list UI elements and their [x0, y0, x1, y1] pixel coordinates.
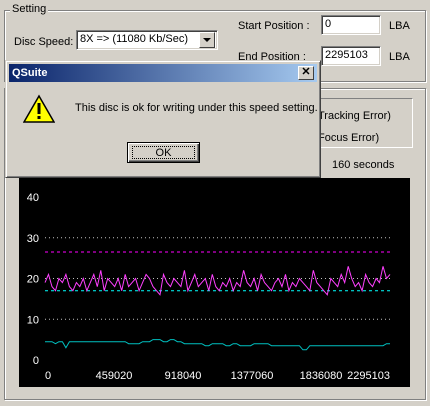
close-button[interactable]: ✕ — [298, 66, 314, 80]
x-tick-label: 1836080 — [300, 370, 343, 382]
disc-speed-dropdown-button[interactable] — [199, 32, 215, 48]
tracking-error-label: Tracking Error) — [318, 110, 391, 122]
dialog-titlebar[interactable]: QSuite ✕ — [9, 64, 317, 82]
dialog-title: QSuite — [12, 67, 48, 79]
x-tick-label: 0 — [45, 370, 51, 382]
warning-icon — [23, 94, 55, 123]
start-position-label: Start Position : — [238, 20, 310, 32]
y-tick-label: 30 — [27, 233, 39, 245]
disc-speed-label: Disc Speed: — [14, 36, 74, 48]
end-position-field[interactable]: 2295103 — [321, 46, 381, 66]
close-icon: ✕ — [301, 66, 311, 78]
series-line — [45, 339, 390, 351]
x-tick-label: 2295103 — [347, 370, 390, 382]
dialog-message: This disc is ok for writing under this s… — [75, 102, 318, 114]
setting-legend: Setting — [10, 3, 49, 15]
ok-focus-rect — [132, 146, 195, 159]
disc-speed-select[interactable]: 8X => (11080 Kb/Sec) — [76, 30, 218, 50]
chevron-down-icon — [203, 38, 211, 42]
series-line — [44, 266, 391, 296]
disc-speed-value: 8X => (11080 Kb/Sec) — [80, 33, 189, 45]
time-label: 160 seconds — [332, 159, 395, 171]
x-tick-label: 1377060 — [231, 370, 274, 382]
qsuite-dialog: QSuite ✕ This disc is ok for writing und… — [5, 60, 321, 178]
y-tick-label: 40 — [27, 192, 39, 204]
x-tick-label: 459020 — [96, 370, 133, 382]
start-position-field[interactable]: 0 — [321, 15, 381, 35]
error-chart: 0 10 20 30 40 0 459020 918040 1377060 1836080 2295… — [19, 178, 410, 387]
error-chart-svg: 0 10 20 30 40 0 459020 918040 1377060 1836080 2295… — [27, 192, 391, 382]
y-tick-label: 20 — [27, 274, 39, 286]
end-position-unit: LBA — [389, 51, 410, 63]
y-tick-label: 0 — [33, 355, 39, 367]
start-position-unit: LBA — [389, 20, 410, 32]
ok-button[interactable]: OK — [127, 142, 200, 163]
y-tick-label: 10 — [27, 314, 39, 326]
focus-error-label: Focus Error) — [318, 132, 380, 144]
x-tick-label: 918040 — [165, 370, 202, 382]
